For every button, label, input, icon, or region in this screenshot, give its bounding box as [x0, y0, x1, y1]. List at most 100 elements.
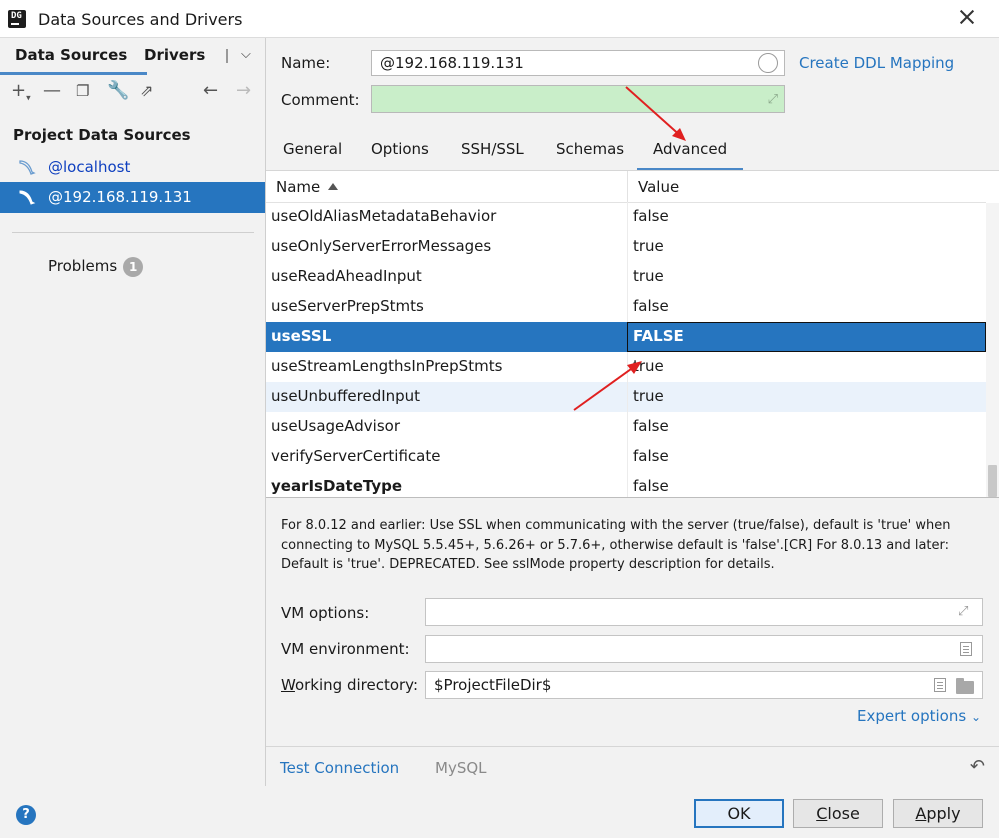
left-pane: Data Sources Drivers ⌵ +▾ — ❐ 🔧 ⇗ ← → Pr…: [0, 38, 266, 786]
table-header: Name Value: [266, 171, 986, 203]
document-icon[interactable]: [960, 642, 972, 656]
name-label: Name:: [281, 54, 331, 72]
test-connection-link[interactable]: Test Connection: [280, 759, 399, 777]
working-directory-label-rest: orking directory:: [294, 676, 419, 694]
column-header-name[interactable]: Name: [276, 178, 339, 196]
property-name: useOldAliasMetadataBehavior: [271, 207, 497, 225]
expert-options-toggle[interactable]: Expert options ⌄: [857, 707, 981, 725]
mnemonic-letter: W: [281, 676, 295, 694]
duplicate-icon[interactable]: ❐: [76, 82, 89, 100]
project-data-sources-header: Project Data Sources: [13, 126, 191, 144]
revert-icon[interactable]: ↶: [970, 756, 985, 777]
tab-general[interactable]: General: [283, 140, 342, 158]
remove-icon[interactable]: —: [43, 80, 61, 101]
problems-item[interactable]: Problems 1: [48, 257, 144, 277]
forward-arrow-icon[interactable]: →: [236, 80, 251, 101]
working-directory-value: $ProjectFileDir$: [434, 676, 552, 694]
property-description: For 8.0.12 and earlier: Use SSL when com…: [281, 518, 951, 572]
expand-icon[interactable]: ⤢: [768, 92, 778, 107]
table-row[interactable]: useStreamLengthsInPrepStmts true: [266, 352, 986, 382]
table-row[interactable]: verifyServerCertificate false: [266, 442, 986, 472]
window-title: Data Sources and Drivers: [38, 10, 243, 29]
property-value[interactable]: true: [633, 357, 664, 375]
wrench-icon[interactable]: 🔧: [107, 80, 129, 101]
create-ddl-mapping-link[interactable]: Create DDL Mapping: [799, 54, 954, 72]
expand-icon[interactable]: ⤢: [958, 604, 974, 620]
close-button-label: lose: [827, 804, 860, 823]
property-name: useUnbufferedInput: [271, 387, 421, 405]
tab-options[interactable]: Options: [371, 140, 429, 158]
name-input[interactable]: @192.168.119.131: [371, 50, 785, 76]
data-source-item-selected[interactable]: @192.168.119.131: [0, 182, 265, 213]
property-value[interactable]: false: [633, 417, 669, 435]
expert-options-label: Expert options: [856, 707, 967, 725]
problems-count-badge: 1: [123, 257, 144, 277]
property-value[interactable]: false: [633, 447, 669, 465]
working-directory-input[interactable]: $ProjectFileDir$: [425, 671, 983, 699]
table-row[interactable]: yearIsDateType false: [266, 472, 986, 497]
property-name: useSSL: [271, 327, 332, 345]
navigate-icon[interactable]: ⇗: [140, 81, 153, 100]
data-source-label: @localhost: [48, 158, 131, 176]
mysql-dolphin-icon: [19, 190, 36, 205]
right-pane: Name: @192.168.119.131 Create DDL Mappin…: [266, 38, 999, 746]
folder-icon[interactable]: [956, 678, 974, 694]
property-value[interactable]: true: [633, 237, 664, 255]
tab-overflow-divider: [226, 49, 228, 63]
left-tabs: Data Sources Drivers ⌵: [0, 38, 266, 75]
property-value[interactable]: false: [633, 207, 669, 225]
property-value[interactable]: FALSE: [633, 327, 684, 345]
left-toolbar: +▾ — ❐ 🔧 ⇗ ← →: [0, 76, 266, 108]
property-value[interactable]: false: [633, 297, 669, 315]
back-arrow-icon[interactable]: ←: [203, 80, 218, 101]
column-name-label: Name: [276, 178, 321, 196]
tab-schemas[interactable]: Schemas: [556, 140, 624, 158]
table-row-selected[interactable]: useSSL FALSE: [266, 322, 986, 352]
mysql-dolphin-icon: [19, 160, 36, 175]
chevron-down-icon[interactable]: ⌵: [241, 47, 251, 62]
sort-ascending-icon: [328, 183, 339, 190]
scrollbar-thumb[interactable]: [988, 465, 997, 497]
table-row[interactable]: useUsageAdvisor false: [266, 412, 986, 442]
property-name: useStreamLengthsInPrepStmts: [271, 357, 503, 375]
mnemonic-letter: A: [915, 804, 927, 823]
table-row[interactable]: useOldAliasMetadataBehavior false: [266, 202, 986, 232]
vm-environment-input[interactable]: [425, 635, 983, 663]
connection-bar: Test Connection MySQL ↶: [266, 746, 999, 786]
table-row[interactable]: useReadAheadInput true: [266, 262, 986, 292]
table-row[interactable]: useServerPrepStmts false: [266, 292, 986, 322]
property-name: verifyServerCertificate: [271, 447, 441, 465]
data-source-item[interactable]: @localhost: [0, 152, 265, 183]
add-icon[interactable]: +▾: [11, 80, 31, 104]
property-name: yearIsDateType: [271, 477, 403, 495]
name-value: @192.168.119.131: [380, 54, 524, 72]
vm-environment-label: VM environment:: [281, 640, 410, 658]
color-circle-icon[interactable]: [758, 53, 778, 73]
property-value[interactable]: true: [633, 267, 664, 285]
property-name: useUsageAdvisor: [271, 417, 401, 435]
data-source-label: @192.168.119.131: [48, 188, 192, 206]
table-row[interactable]: useUnbufferedInput true: [266, 382, 986, 412]
table-scrollbar[interactable]: [986, 203, 999, 497]
comment-input[interactable]: ⤢: [371, 85, 785, 113]
ok-button[interactable]: OK: [694, 799, 784, 828]
apply-button-label: pply: [926, 804, 961, 823]
divider: [12, 232, 254, 233]
column-divider[interactable]: [627, 171, 628, 203]
tab-data-sources[interactable]: Data Sources: [0, 46, 148, 75]
apply-button[interactable]: Apply: [893, 799, 983, 828]
close-window-icon[interactable]: [955, 6, 979, 30]
driver-name[interactable]: MySQL: [435, 759, 487, 777]
vm-options-input[interactable]: ⤢: [425, 598, 983, 626]
tab-drivers[interactable]: Drivers: [144, 46, 205, 64]
property-value[interactable]: true: [633, 387, 664, 405]
property-value[interactable]: false: [633, 477, 669, 495]
tab-advanced[interactable]: Advanced: [636, 140, 744, 172]
property-name: useServerPrepStmts: [271, 297, 424, 315]
table-row[interactable]: useOnlyServerErrorMessages true: [266, 232, 986, 262]
help-icon[interactable]: ?: [16, 805, 36, 825]
document-icon[interactable]: [934, 678, 946, 692]
tab-ssh-ssl[interactable]: SSH/SSL: [461, 140, 524, 158]
column-header-value[interactable]: Value: [638, 178, 679, 196]
close-button[interactable]: Close: [793, 799, 883, 828]
